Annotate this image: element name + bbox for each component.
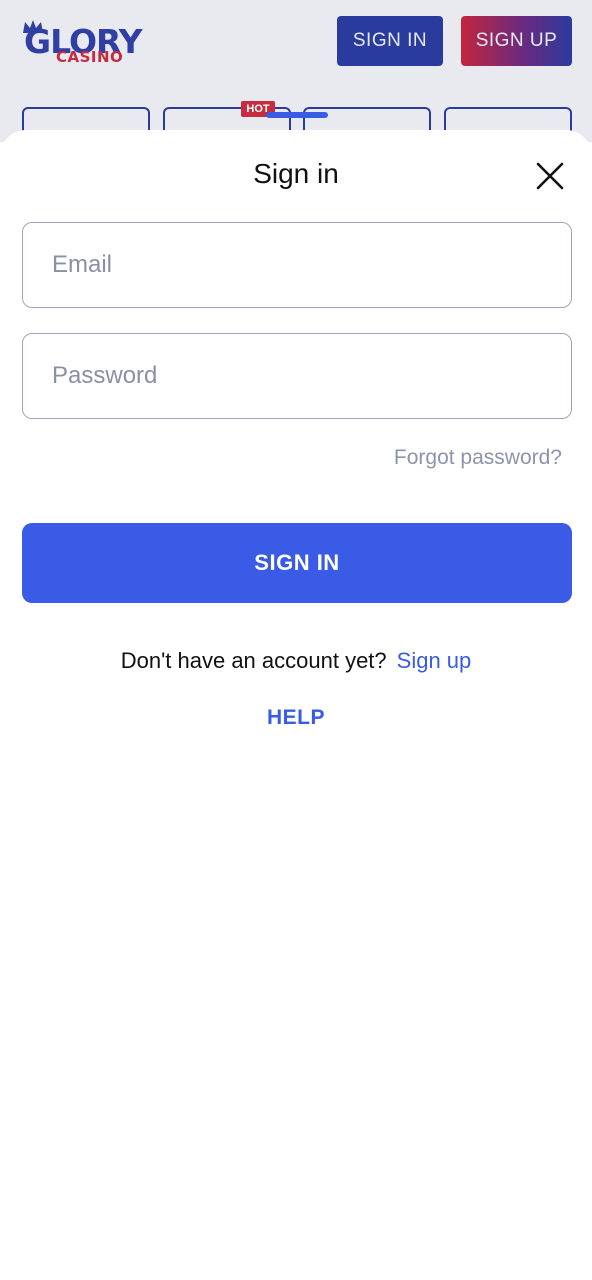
sign-in-submit-button[interactable]: SIGN IN [22,523,572,603]
email-field[interactable] [22,222,572,308]
app-header: GLORY CASINO SIGN IN SIGN UP [0,0,592,82]
password-input[interactable] [23,334,571,418]
logo-casino-text: CASINO [56,48,124,66]
password-field[interactable] [22,333,572,419]
close-icon [536,162,564,190]
forgot-password-link[interactable]: Forgot password? [394,446,562,470]
header-sign-up-button[interactable]: SIGN UP [461,16,572,66]
sign-in-sheet: Sign in Forgot password? SIGN IN Don't h… [0,130,592,1280]
no-account-row: Don't have an account yet? Sign up [0,648,592,674]
email-input[interactable] [23,223,571,307]
sign-up-link[interactable]: Sign up [397,648,472,673]
help-link[interactable]: HELP [0,706,592,730]
no-account-text: Don't have an account yet? [120,648,387,673]
header-sign-in-button[interactable]: SIGN IN [337,16,443,66]
sheet-title: Sign in [253,158,339,189]
glory-casino-logo[interactable]: GLORY CASINO [22,11,154,71]
sheet-drag-handle[interactable] [266,112,328,118]
close-button[interactable] [532,158,568,194]
